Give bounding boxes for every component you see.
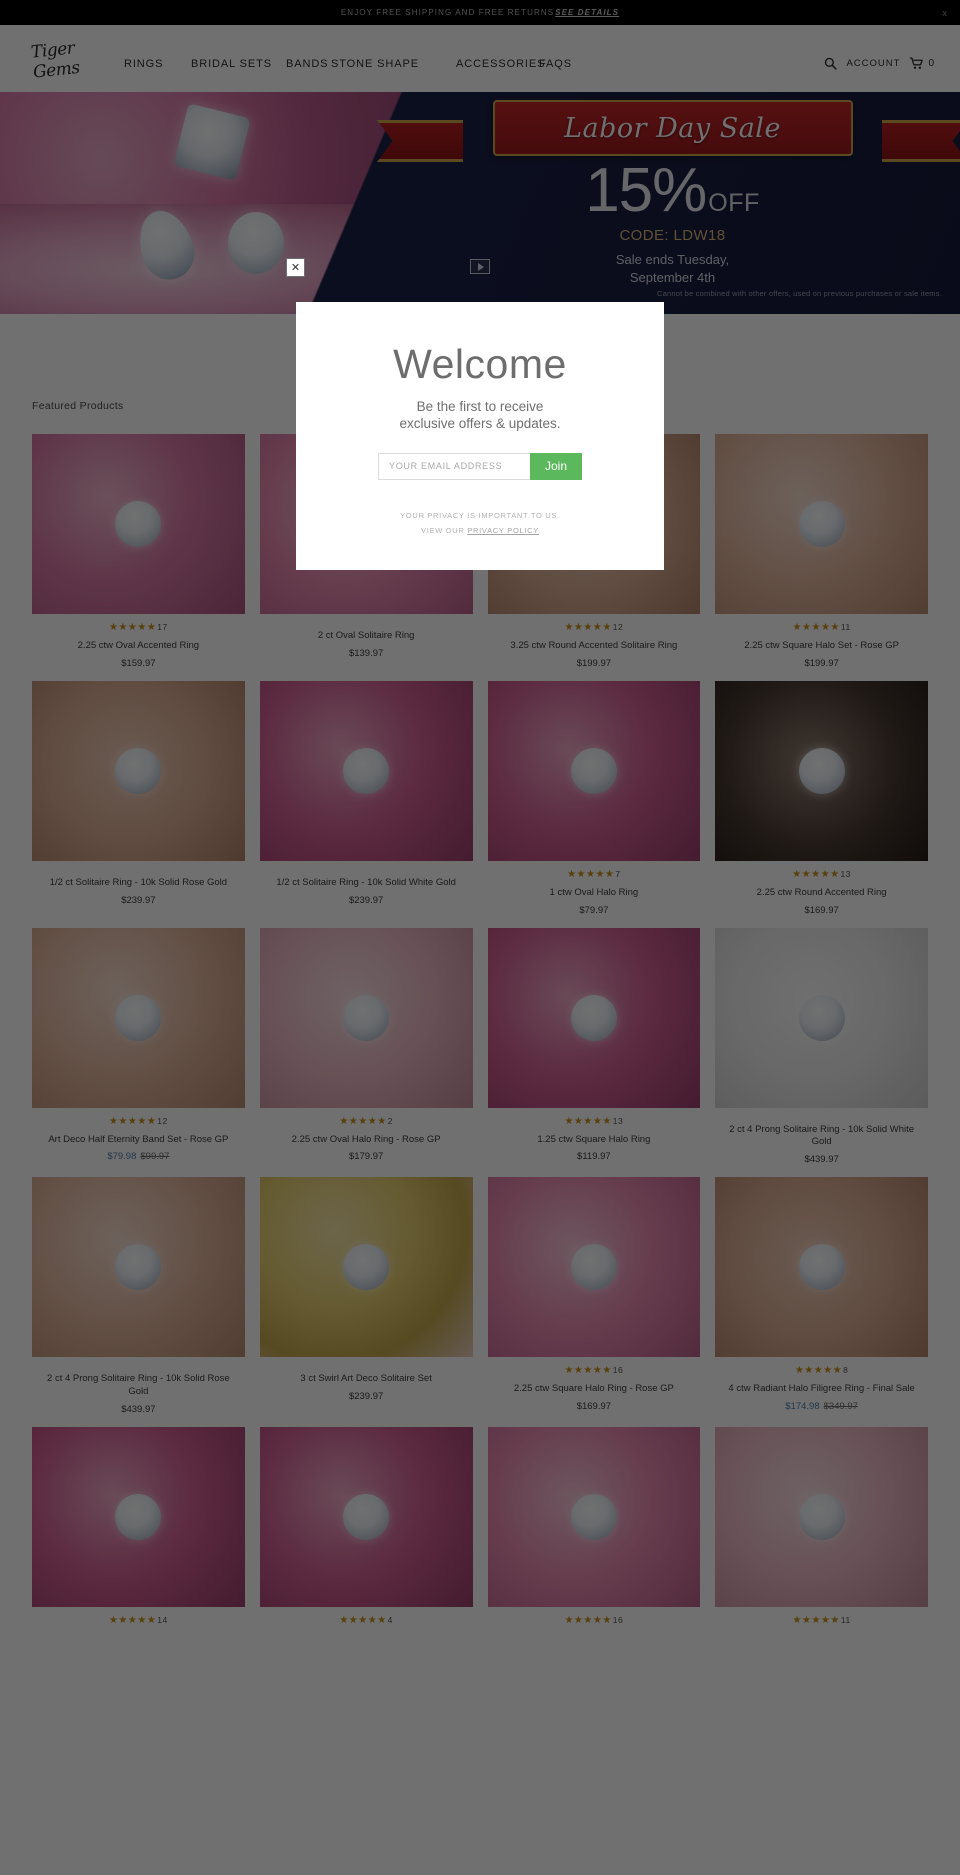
newsletter-form: Join	[378, 452, 582, 480]
join-button[interactable]: Join	[530, 452, 582, 480]
privacy-line-1: Your privacy is important to us.	[400, 510, 560, 520]
modal-title: Welcome	[393, 341, 567, 387]
close-icon[interactable]: ✕	[286, 258, 305, 277]
privacy-line-2: View our Privacy Policy	[400, 523, 560, 538]
modal-privacy-text: Your privacy is important to us. View ou…	[400, 508, 560, 538]
modal-subtitle: Be the first to receive exclusive offers…	[399, 399, 561, 431]
modal-overlay[interactable]	[0, 0, 960, 1875]
privacy-policy-link[interactable]: Privacy Policy	[467, 526, 539, 535]
email-field[interactable]	[378, 452, 530, 480]
newsletter-modal: ✕ Welcome Be the first to receive exclus…	[286, 258, 664, 570]
privacy-prefix: View our	[421, 525, 468, 535]
